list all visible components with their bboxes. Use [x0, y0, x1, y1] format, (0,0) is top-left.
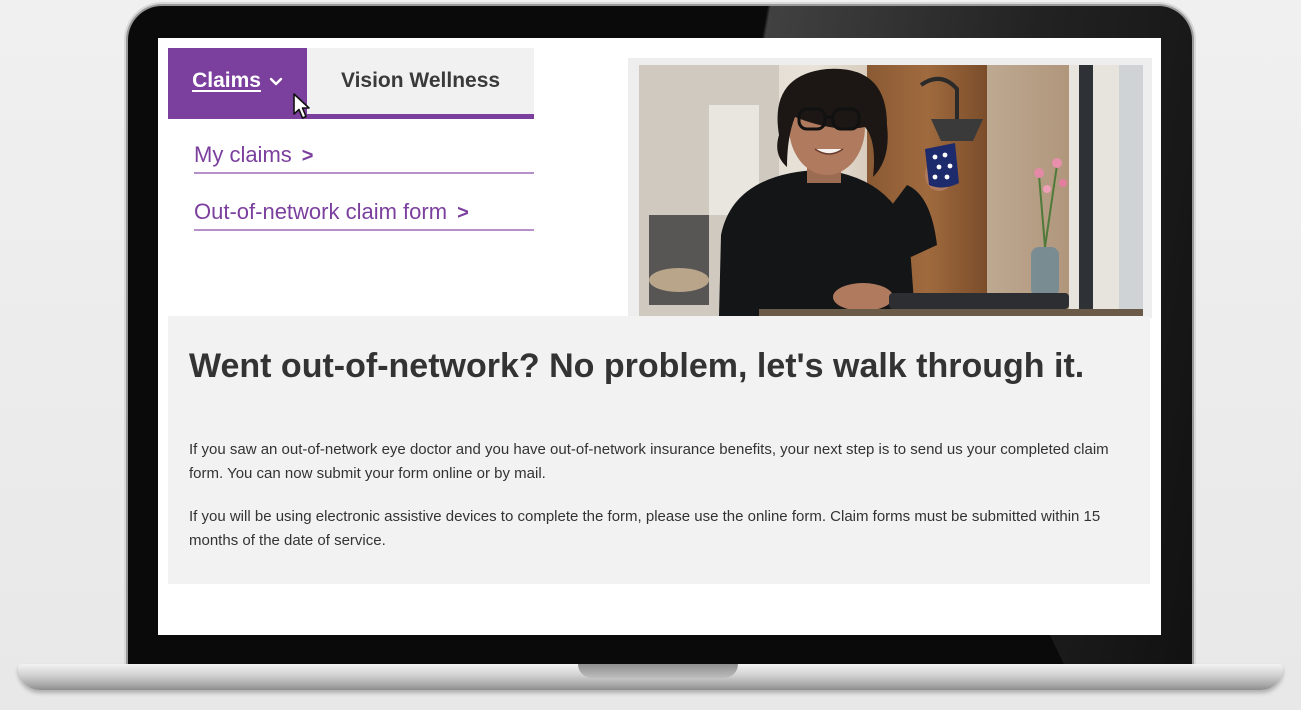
laptop-screen: Claims Vision Wellness My claims > Out-o… — [158, 38, 1161, 635]
tab-vision-wellness-label: Vision Wellness — [340, 69, 501, 92]
laptop-base-notch — [578, 664, 738, 678]
menu-link-my-claims-label: My claims — [194, 142, 292, 167]
mouse-cursor-icon — [293, 93, 310, 119]
tab-vision-wellness[interactable]: Vision Wellness — [307, 48, 534, 114]
content-panel: Went out-of-network? No problem, let's w… — [168, 316, 1150, 584]
laptop-mockup: Claims Vision Wellness My claims > Out-o… — [0, 0, 1301, 710]
menu-link-out-of-network-claim-form-label: Out-of-network claim form — [194, 199, 448, 224]
laptop-base — [18, 664, 1283, 690]
assistive-devices-paragraph: If you will be using electronic assistiv… — [189, 508, 1101, 549]
menu-link-out-of-network-claim-form[interactable]: Out-of-network claim form > — [194, 195, 534, 231]
chevron-right-icon: > — [457, 202, 469, 224]
hero-photo-illustration — [639, 65, 1143, 316]
intro-paragraph: If you saw an out-of-network eye doctor … — [189, 441, 1109, 482]
nav-tab-bar: Claims Vision Wellness — [168, 48, 534, 119]
chevron-down-icon — [269, 74, 283, 91]
tab-claims[interactable]: Claims — [168, 48, 307, 114]
chevron-right-icon: > — [301, 145, 314, 167]
page-heading: Went out-of-network? No problem, let's w… — [189, 347, 1085, 385]
tab-claims-label: Claims — [192, 69, 261, 92]
menu-link-my-claims[interactable]: My claims > — [194, 138, 534, 174]
hero-photo — [639, 65, 1143, 316]
